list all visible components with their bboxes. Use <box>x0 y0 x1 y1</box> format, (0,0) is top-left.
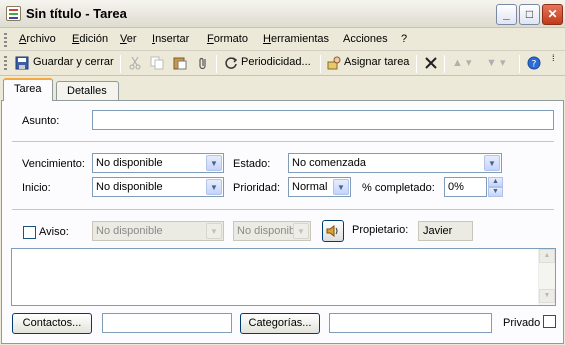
task-form: Asunto: Vencimiento: No disponible ▼ Est… <box>1 100 564 344</box>
copy-icon[interactable] <box>150 56 164 70</box>
due-date-select[interactable]: No disponible ▼ <box>92 153 224 173</box>
owner-label: Propietario: <box>352 224 409 236</box>
toolbar-separator <box>216 55 217 73</box>
contacts-button[interactable]: Contactos... <box>12 313 92 334</box>
chevron-down-icon[interactable]: ▼ <box>484 155 500 171</box>
divider <box>12 141 554 142</box>
percent-complete-label: % completado: <box>362 182 435 194</box>
start-date-select[interactable]: No disponible ▼ <box>92 177 224 197</box>
toolbar-separator <box>444 55 445 73</box>
due-date-label: Vencimiento: <box>22 158 85 170</box>
status-select[interactable]: No comenzada ▼ <box>288 153 502 173</box>
menu-bar: Archivo Edición Ver Insertar Formato Her… <box>0 29 565 51</box>
toolbar-separator <box>120 55 121 73</box>
save-icon[interactable] <box>15 56 29 70</box>
menu-archivo[interactable]: Archivo <box>19 33 56 45</box>
menu-ver[interactable]: Ver <box>120 33 137 45</box>
chevron-down-icon[interactable]: ▼ <box>206 179 222 195</box>
chevron-down-icon: ▼ <box>293 223 309 239</box>
subject-input[interactable] <box>92 110 554 130</box>
menu-grip[interactable] <box>4 33 7 47</box>
maximize-button[interactable]: □ <box>519 4 540 25</box>
tab-strip: Tarea Detalles <box>0 78 565 101</box>
toolbar-separator <box>519 55 520 73</box>
tab-detalles[interactable]: Detalles <box>56 81 119 101</box>
reminder-time-value: No disponib <box>237 225 296 237</box>
reminder-label: Aviso: <box>39 226 69 238</box>
priority-value: Normal <box>292 181 328 193</box>
percent-complete-value: 0% <box>448 181 464 193</box>
categories-button[interactable]: Categorías... <box>240 313 320 334</box>
reminder-sound-button[interactable] <box>322 220 344 242</box>
delete-icon[interactable] <box>424 56 438 70</box>
scroll-up-icon[interactable]: ▲ <box>539 249 555 263</box>
save-close-button[interactable]: Guardar y cerrar <box>33 56 114 68</box>
reminder-date-select[interactable]: No disponible ▼ <box>92 221 224 241</box>
private-checkbox[interactable] <box>543 315 556 328</box>
subject-label: Asunto: <box>22 115 60 127</box>
menu-formato[interactable]: Formato <box>207 33 248 45</box>
minimize-button[interactable]: _ <box>496 4 517 25</box>
recurrence-icon[interactable] <box>224 56 238 70</box>
chevron-down-icon[interactable]: ▼ <box>333 179 349 195</box>
task-icon <box>6 6 21 21</box>
categories-input[interactable] <box>329 313 492 333</box>
menu-insertar[interactable]: Insertar <box>152 33 189 45</box>
percent-spinner[interactable]: ▲ ▼ <box>488 177 503 197</box>
paste-icon[interactable] <box>173 56 187 70</box>
notes-textarea[interactable]: ▲ ▼ <box>11 248 556 306</box>
assign-task-icon[interactable] <box>327 56 341 70</box>
start-date-value: No disponible <box>96 181 163 193</box>
scroll-down-icon[interactable]: ▼ <box>539 289 555 303</box>
menu-edicion[interactable]: Edición <box>72 33 108 45</box>
priority-select[interactable]: Normal ▼ <box>288 177 351 197</box>
title-bar: Sin título - Tarea _ □ ✕ <box>0 0 565 28</box>
due-date-value: No disponible <box>96 157 163 169</box>
spin-down-icon[interactable]: ▼ <box>488 187 503 197</box>
scroll-track[interactable] <box>539 263 555 289</box>
toolbar-overflow-icon[interactable]: ⁞ <box>552 53 555 63</box>
reminder-date-value: No disponible <box>96 225 163 237</box>
assign-task-button[interactable]: Asignar tarea <box>344 56 409 68</box>
reminder-time-select[interactable]: No disponib ▼ <box>233 221 311 241</box>
menu-acciones[interactable]: Acciones <box>343 33 388 45</box>
speaker-icon <box>326 225 338 237</box>
contacts-input[interactable] <box>102 313 232 333</box>
chevron-down-icon[interactable]: ▼ <box>206 155 222 171</box>
recurrence-button[interactable]: Periodicidad... <box>241 56 311 68</box>
cut-icon[interactable] <box>128 56 142 70</box>
divider <box>12 209 554 210</box>
reminder-checkbox[interactable] <box>23 226 36 239</box>
owner-value: Javier <box>418 221 473 241</box>
private-label: Privado <box>503 317 541 329</box>
toolbar-grip[interactable] <box>4 56 7 72</box>
close-button[interactable]: ✕ <box>542 4 563 25</box>
attach-icon[interactable] <box>196 56 210 70</box>
svg-text:?: ? <box>532 60 537 70</box>
toolbar-separator <box>416 55 417 73</box>
next-item-icon[interactable]: ▼ ▾ <box>486 56 505 69</box>
toolbar: Guardar y cerrar Periodicidad... Asignar… <box>0 52 565 76</box>
status-value: No comenzada <box>292 157 366 169</box>
previous-item-icon[interactable]: ▲ ▾ <box>452 56 471 69</box>
priority-label: Prioridad: <box>233 182 281 194</box>
help-icon[interactable]: ? <box>527 56 541 70</box>
start-date-label: Inicio: <box>22 182 51 194</box>
menu-herramientas[interactable]: Herramientas <box>263 33 329 45</box>
chevron-down-icon: ▼ <box>206 223 222 239</box>
window-title: Sin título - Tarea <box>26 6 127 21</box>
menu-help[interactable]: ? <box>401 33 407 45</box>
spin-up-icon[interactable]: ▲ <box>488 177 503 187</box>
notes-scrollbar[interactable]: ▲ ▼ <box>538 249 555 305</box>
toolbar-separator <box>320 55 321 73</box>
tab-tarea[interactable]: Tarea <box>3 78 53 101</box>
percent-complete-input[interactable]: 0% <box>444 177 487 197</box>
status-label: Estado: <box>233 158 271 170</box>
